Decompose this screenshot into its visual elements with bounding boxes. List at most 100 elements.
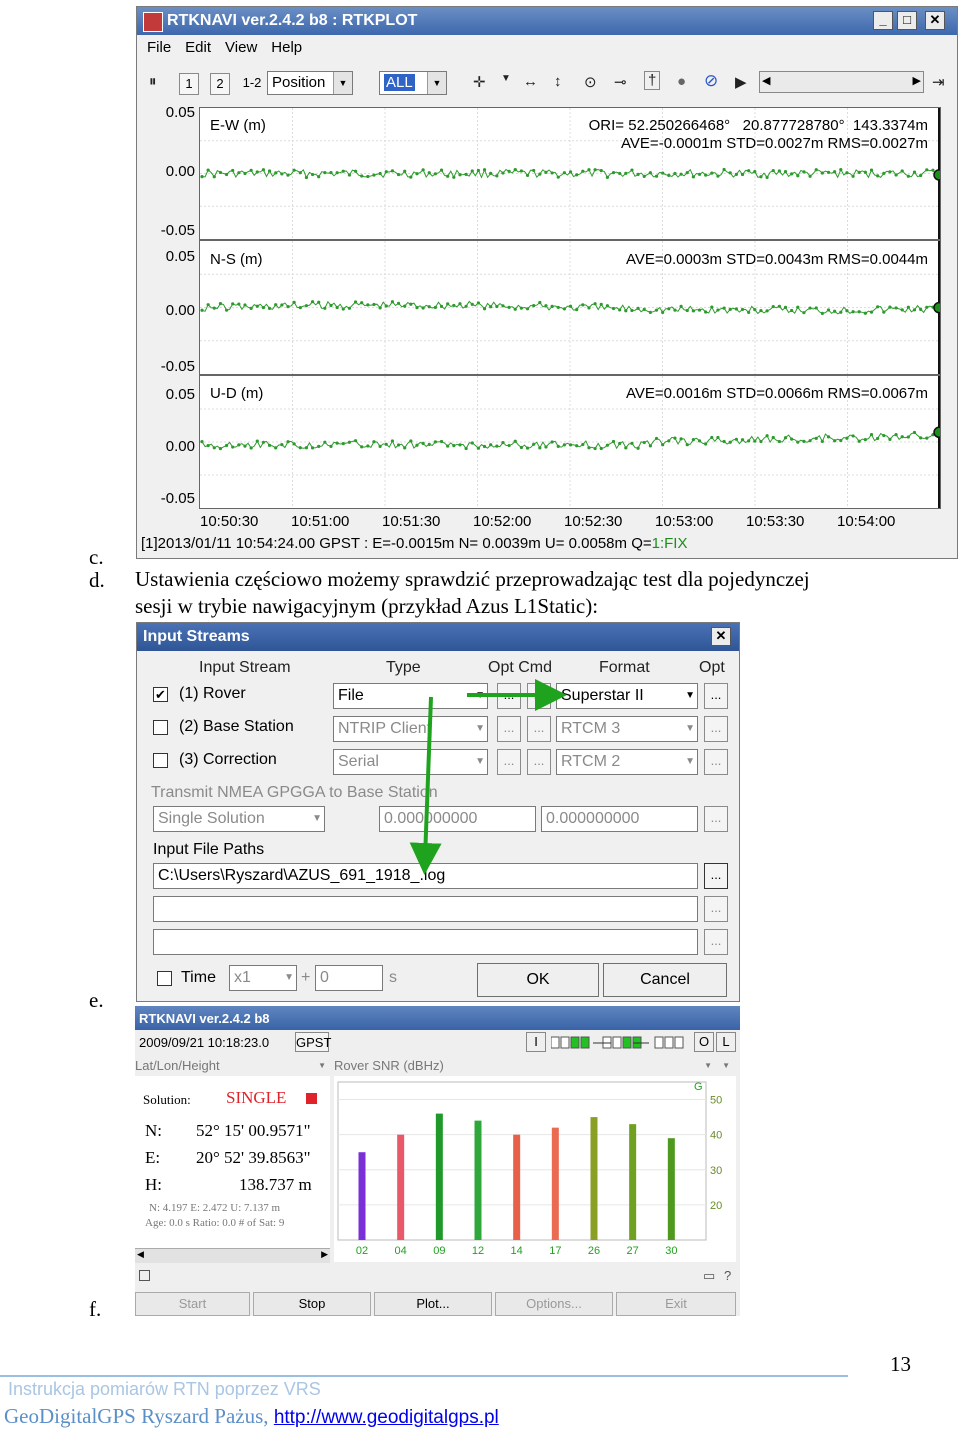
pause-icon[interactable]: ⏸ [149, 73, 157, 90]
rover-type-select[interactable]: File ▼ [333, 683, 488, 709]
rover-format-opt-button[interactable]: ... [704, 683, 728, 709]
log-stream-button[interactable]: L [716, 1032, 736, 1052]
menu-edit[interactable]: Edit [185, 39, 211, 56]
base-format-select[interactable]: RTCM 3 ▼ [556, 716, 698, 742]
ud-plot[interactable]: U-D (m) AVE=0.0016m STD=0.0066m RMS=0.00… [199, 375, 941, 509]
time-speed-select[interactable]: x1 ▼ [229, 965, 297, 991]
fit-horizontal-icon[interactable]: ↔ [523, 73, 538, 90]
options-button[interactable]: Options... [495, 1292, 613, 1316]
base-cmd-button[interactable]: ... [527, 716, 551, 742]
footer-link[interactable]: http://www.geodigitalgps.pl [274, 1407, 499, 1428]
correction-cmd-button[interactable]: ... [527, 749, 551, 775]
base-format-opt-button[interactable]: ... [704, 716, 728, 742]
base-type-select[interactable]: NTRIP Client ▼ [333, 716, 488, 742]
play-icon[interactable]: ▶ [735, 73, 747, 91]
correction-type-select[interactable]: Serial ▼ [333, 749, 488, 775]
position-point [605, 443, 609, 447]
scroll-right-icon[interactable]: ▶ [321, 1249, 328, 1260]
position-series-line [201, 431, 937, 450]
pin-icon[interactable]: ⇥ [932, 73, 945, 91]
time-checkbox[interactable] [157, 971, 172, 986]
animation-icon[interactable]: ⊘ [704, 71, 718, 91]
center-origin-icon[interactable]: ⊙ [584, 73, 597, 91]
frequency-2-button[interactable]: 2 [210, 73, 230, 95]
base-station-checkbox[interactable] [153, 720, 168, 735]
position-point [243, 171, 247, 176]
scroll-right-icon[interactable]: ▶ [913, 74, 921, 87]
time-offset-input[interactable]: 0 [315, 965, 383, 991]
nmea-longitude-input[interactable]: 0.000000000 [541, 806, 698, 832]
solution-status: SINGLE [226, 1088, 287, 1107]
maximize-button[interactable]: □ [897, 11, 917, 30]
close-button[interactable]: ✕ [711, 627, 731, 646]
output-stream-button[interactable]: O [694, 1032, 714, 1052]
correction-checkbox[interactable] [153, 753, 168, 768]
position-point [224, 443, 229, 448]
correction-opt-button[interactable]: ... [497, 749, 521, 775]
frequency-1-button[interactable]: 1 [179, 73, 199, 95]
base-opt-button[interactable]: ... [497, 716, 521, 742]
position-mode-select[interactable]: Lat/Lon/Height ▼ [135, 1057, 330, 1075]
crosshair-icon[interactable]: ✛ [473, 73, 486, 91]
time-system-button[interactable]: GPST [295, 1032, 331, 1052]
cancel-button[interactable]: Cancel [603, 963, 727, 997]
file-path-input-1[interactable]: C:\Users\Ryszard\AZUS_691_1918_.log [153, 863, 698, 889]
file-path-input-3[interactable] [153, 929, 698, 955]
nmea-latitude-input[interactable]: 0.000000000 [379, 806, 536, 832]
satellite-select[interactable]: ALL ▼ [379, 71, 447, 95]
exit-button[interactable]: Exit [616, 1292, 736, 1316]
position-point [599, 168, 603, 173]
browse-file-3-button[interactable]: ... [704, 929, 728, 955]
show-track-icon[interactable]: ⊸ [614, 73, 627, 91]
input-stream-button[interactable]: I [526, 1032, 546, 1052]
correction-format-opt-button[interactable]: ... [704, 749, 728, 775]
position-point [661, 310, 665, 315]
fix-center-icon[interactable]: † [644, 71, 661, 90]
point-icon[interactable]: ● [677, 73, 686, 90]
position-point [599, 446, 603, 451]
ok-button[interactable]: OK [477, 963, 599, 997]
menu-file[interactable]: File [147, 39, 171, 56]
monitor-icon[interactable]: ▭ [703, 1268, 715, 1284]
scroll-left-icon[interactable]: ◀ [137, 1249, 144, 1260]
header-format: Format [599, 659, 650, 676]
position-point [310, 300, 315, 304]
menu-help[interactable]: Help [271, 39, 302, 56]
start-button[interactable]: Start [135, 1292, 250, 1316]
position-point [611, 171, 616, 175]
rover-format-select[interactable]: Superstar II ▼ [556, 683, 698, 709]
plot-type-select[interactable]: Position ▼ [267, 71, 353, 95]
position-point [212, 446, 216, 450]
file-path-input-2[interactable] [153, 896, 698, 922]
solution-scrollbar[interactable]: ◀ ▶ [135, 1248, 330, 1263]
frequency-12-button[interactable]: 1-2 [241, 73, 263, 95]
browse-file-2-button[interactable]: ... [704, 896, 728, 922]
minimize-button[interactable]: _ [873, 11, 893, 30]
correction-format-select[interactable]: RTCM 2 ▼ [556, 749, 698, 775]
position-point [697, 439, 702, 443]
nmea-mode-select[interactable]: Single Solution ▼ [153, 806, 325, 832]
rover-cmd-button[interactable]: ... [527, 683, 551, 709]
nmea-label: Transmit NMEA GPGGA to Base Station [151, 784, 438, 801]
rover-opt-button[interactable]: ... [497, 683, 521, 709]
plot-button[interactable]: Plot... [374, 1292, 492, 1316]
nmea-position-button[interactable]: ... [704, 806, 728, 832]
help-icon[interactable]: ? [724, 1268, 731, 1283]
stop-button[interactable]: Stop [253, 1292, 371, 1316]
fit-vertical-icon[interactable]: ↕ [554, 73, 562, 90]
chevron-down-icon[interactable]: ▼ [501, 73, 511, 84]
position-point [317, 444, 321, 448]
position-point [771, 304, 775, 309]
ew-plot[interactable]: E-W (m) ORI= 52.250266468° 20.877728780°… [199, 107, 941, 240]
browse-file-1-button[interactable]: ... [704, 863, 728, 889]
plot-mode-select[interactable]: Rover SNR (dBHz) ▼ ▼ [334, 1057, 736, 1075]
scroll-left-icon[interactable]: ◀ [762, 74, 770, 87]
close-button[interactable]: ✕ [925, 11, 945, 30]
rover-checkbox[interactable]: ✔ [153, 687, 168, 702]
position-point [489, 171, 493, 175]
ns-plot[interactable]: N-S (m) AVE=0.0003m STD=0.0043m RMS=0.00… [199, 240, 941, 375]
position-point [261, 168, 266, 172]
status-checkbox[interactable] [139, 1270, 150, 1281]
time-scrollbar[interactable]: ◀ ▶ [759, 71, 924, 93]
menu-view[interactable]: View [225, 39, 257, 56]
